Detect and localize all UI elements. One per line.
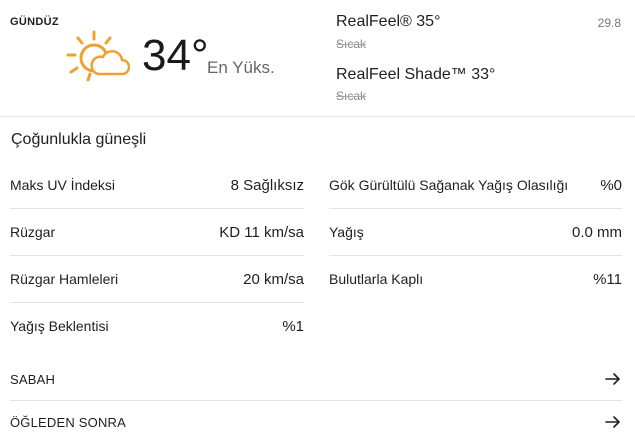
detail-label: Gök Gürültülü Sağanak Yağış Olasılığı: [329, 177, 569, 193]
detail-label: Yağış: [329, 224, 364, 240]
daytime-forecast-card: GÜNDÜZ 34° En Yüks. RealFeel® 35° Sıcak …: [0, 0, 635, 448]
temperature-label: En Yüks.: [207, 58, 275, 77]
detail-row-wind-gusts: Rüzgar Hamleleri 20 km/sa: [10, 256, 304, 303]
detail-label: Maks UV İndeksi: [10, 177, 116, 193]
detail-value: 0.0 mm: [571, 223, 622, 241]
detail-value: %11: [593, 270, 622, 288]
realfeel-shade-description: Sıcak: [336, 89, 367, 103]
realfeel-description: Sıcak: [336, 37, 367, 51]
detail-label: Rüzgar: [10, 224, 56, 240]
aside-value: 29.8: [597, 16, 621, 30]
arrow-right-icon: [605, 373, 620, 385]
detail-value: %1: [282, 317, 304, 335]
sun-behind-cloud-icon: [66, 30, 130, 82]
realfeel-shade-value: RealFeel Shade™ 33°: [336, 66, 496, 83]
high-temperature: 34°: [142, 31, 209, 80]
detail-value: 20 km/sa: [243, 270, 304, 288]
details-left-column: Maks UV İndeksi 8 Sağlıksız Rüzgar KD 11…: [10, 162, 304, 349]
nav-morning[interactable]: SABAH: [10, 358, 622, 401]
detail-row-wind: Rüzgar KD 11 km/sa: [10, 209, 304, 256]
arrow-right-icon: [605, 416, 620, 428]
realfeel-value: RealFeel® 35°: [336, 13, 441, 30]
nav-afternoon[interactable]: ÖĞLEDEN SONRA: [10, 401, 622, 443]
detail-row-uv: Maks UV İndeksi 8 Sağlıksız: [10, 162, 304, 209]
detail-row-precipitation: Yağış 0.0 mm: [329, 209, 622, 256]
detail-row-precip-probability: Yağış Beklentisi %1: [10, 303, 304, 349]
weather-phrase: Çoğunlukla güneşli: [11, 131, 147, 148]
section-label: GÜNDÜZ: [10, 16, 59, 28]
detail-row-cloud-cover: Bulutlarla Kaplı %11: [329, 256, 622, 302]
detail-label: Rüzgar Hamleleri: [10, 271, 119, 287]
detail-row-thunderstorm: Gök Gürültülü Sağanak Yağış Olasılığı %0: [329, 162, 622, 209]
detail-value: 8 Sağlıksız: [230, 176, 304, 194]
nav-label: ÖĞLEDEN SONRA: [10, 414, 127, 430]
detail-label: Yağış Beklentisi: [10, 318, 109, 334]
detail-value: %0: [600, 176, 622, 194]
nav-label: SABAH: [10, 371, 56, 387]
detail-label: Bulutlarla Kaplı: [329, 271, 424, 287]
detail-value: KD 11 km/sa: [219, 223, 304, 241]
details-right-column: Gök Gürültülü Sağanak Yağış Olasılığı %0…: [329, 162, 622, 302]
divider: [0, 116, 635, 117]
